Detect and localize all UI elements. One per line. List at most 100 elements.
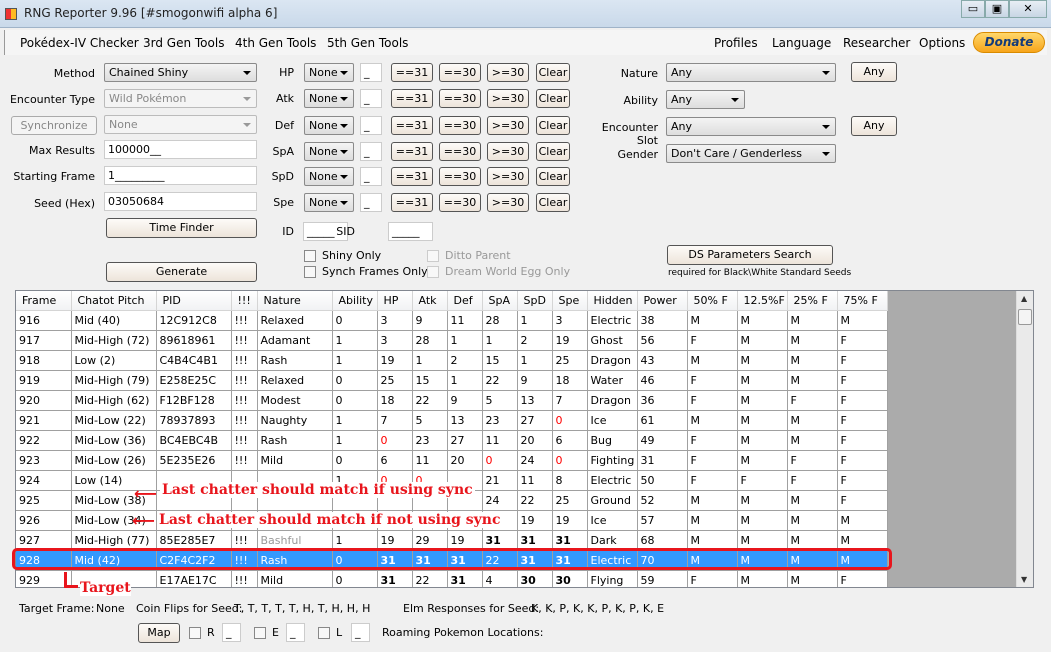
table-row[interactable]: 916 Mid (40) 12C912C8!!! Relaxed 0 3 9 11 28 1 3 El… (16, 310, 888, 331)
table-row[interactable]: 923 Mid-Low (26) 5E235E26!!! Mild 0 6 11 20 0 24 0… (16, 450, 888, 471)
iv-hp-filter-select[interactable]: None (304, 63, 354, 82)
iv-spe-button-eq31[interactable]: ==31 (391, 193, 433, 212)
iv-def-button-eq31[interactable]: ==31 (391, 116, 433, 135)
starting-frame-input[interactable]: 1_________ (104, 166, 257, 185)
iv-spa-button-clear[interactable]: Clear (536, 142, 570, 161)
menu-pokedex-iv-checker[interactable]: Pokédex-IV Checker (20, 36, 139, 50)
column-header[interactable]: Chatot Pitch (71, 291, 157, 311)
iv-def-button-clear[interactable]: Clear (536, 116, 570, 135)
iv-hp-button-eq30[interactable]: ==30 (439, 63, 481, 82)
column-header[interactable]: SpA (482, 291, 518, 311)
shiny-only-checkbox[interactable] (304, 250, 316, 262)
roamer-r-input[interactable]: _ (222, 623, 241, 642)
roamer-l-checkbox[interactable] (318, 627, 330, 639)
iv-hp-button-gte30[interactable]: >=30 (487, 63, 529, 82)
encounter-slot-select[interactable]: Any (666, 117, 836, 136)
table-row[interactable]: 920 Mid-High (62) F12BF128!!! Modest 0 18 22 9 5… (16, 390, 888, 411)
iv-spa-value-input[interactable]: _ (360, 142, 382, 161)
iv-atk-button-clear[interactable]: Clear (536, 89, 570, 108)
menu-5th-gen-tools[interactable]: 5th Gen Tools (327, 36, 408, 50)
encounter-type-select[interactable]: Wild Pokémon (104, 89, 257, 108)
column-header[interactable]: Ability (332, 291, 378, 311)
iv-spa-filter-select[interactable]: None (304, 142, 354, 161)
iv-spe-value-input[interactable]: _ (360, 193, 382, 212)
column-header[interactable]: SpD (517, 291, 553, 311)
donate-button[interactable]: Donate (973, 32, 1045, 53)
minimize-button[interactable]: ▭ (961, 0, 985, 18)
scroll-thumb[interactable] (1018, 309, 1032, 325)
column-header[interactable]: 25% F (787, 291, 838, 311)
roamer-r-checkbox[interactable] (189, 627, 201, 639)
iv-spd-button-gte30[interactable]: >=30 (487, 167, 529, 186)
column-header[interactable]: 75% F (837, 291, 888, 311)
sid-input[interactable]: _____ (388, 222, 433, 241)
table-row[interactable]: 921 Mid-Low (22) 78937893!!! Naughty 1 7 5 13 23… (16, 410, 888, 431)
menu-4th-gen-tools[interactable]: 4th Gen Tools (235, 36, 316, 50)
iv-def-button-eq30[interactable]: ==30 (439, 116, 481, 135)
iv-spd-filter-select[interactable]: None (304, 167, 354, 186)
menu-researcher[interactable]: Researcher (843, 36, 910, 50)
iv-atk-button-gte30[interactable]: >=30 (487, 89, 529, 108)
menu-3rd-gen-tools[interactable]: 3rd Gen Tools (143, 36, 224, 50)
column-header[interactable]: HP (377, 291, 413, 311)
synch-frames-only-checkbox[interactable] (304, 266, 316, 278)
iv-spe-button-gte30[interactable]: >=30 (487, 193, 529, 212)
iv-hp-button-eq31[interactable]: ==31 (391, 63, 433, 82)
column-header[interactable]: Def (447, 291, 483, 311)
ditto-parent-checkbox[interactable] (427, 250, 439, 262)
column-header[interactable]: 12.5%F (737, 291, 788, 311)
iv-hp-button-clear[interactable]: Clear (536, 63, 570, 82)
column-header[interactable]: Frame (16, 291, 72, 311)
vertical-scrollbar[interactable]: ▲ ▼ (1016, 291, 1033, 587)
dream-world-checkbox[interactable] (427, 266, 439, 278)
iv-spd-button-eq31[interactable]: ==31 (391, 167, 433, 186)
column-header[interactable]: Atk (412, 291, 448, 311)
map-button[interactable]: Map (138, 623, 180, 643)
roamer-e-checkbox[interactable] (254, 627, 266, 639)
iv-spe-filter-select[interactable]: None (304, 193, 354, 212)
seed-input[interactable]: 03050684 (104, 192, 257, 211)
iv-spa-button-gte30[interactable]: >=30 (487, 142, 529, 161)
synchronize-nature-select[interactable]: None (104, 115, 257, 134)
close-button[interactable]: ✕ (1009, 0, 1047, 18)
menu-profiles[interactable]: Profiles (714, 36, 758, 50)
column-header[interactable]: !!! (231, 291, 258, 311)
nature-any-button[interactable]: Any (851, 62, 897, 82)
table-row[interactable]: 929 E17AE17C!!! Mild 0 31 22 31 4 30 30 Flying 59 F M… (16, 570, 888, 587)
ds-parameters-search-button[interactable]: DS Parameters Search (667, 245, 833, 265)
iv-def-button-gte30[interactable]: >=30 (487, 116, 529, 135)
table-row[interactable]: 922 Mid-Low (36) BC4EBC4B!!! Rash 1 0 23 27 11 20… (16, 430, 888, 451)
roamer-l-input[interactable]: _ (351, 623, 370, 642)
column-header[interactable]: Spe (552, 291, 588, 311)
iv-atk-filter-select[interactable]: None (304, 89, 354, 108)
scroll-up-icon[interactable]: ▲ (1021, 294, 1027, 303)
nature-select[interactable]: Any (666, 63, 836, 82)
iv-spe-button-eq30[interactable]: ==30 (439, 193, 481, 212)
column-header[interactable]: Hidden (587, 291, 638, 311)
iv-spd-button-eq30[interactable]: ==30 (439, 167, 481, 186)
maximize-button[interactable]: ▣ (985, 0, 1009, 18)
gender-select[interactable]: Don't Care / Genderless (666, 144, 836, 163)
scroll-down-icon[interactable]: ▼ (1021, 575, 1027, 584)
ability-select[interactable]: Any (666, 90, 745, 109)
synchronize-button[interactable]: Synchronize (11, 116, 97, 135)
column-header[interactable]: Power (637, 291, 688, 311)
iv-def-filter-select[interactable]: None (304, 116, 354, 135)
table-row[interactable]: 917 Mid-High (72) 89618961!!! Adamant 1 3 28 1 1… (16, 330, 888, 351)
iv-atk-button-eq30[interactable]: ==30 (439, 89, 481, 108)
iv-spa-button-eq31[interactable]: ==31 (391, 142, 433, 161)
slot-any-button[interactable]: Any (851, 116, 897, 136)
iv-def-value-input[interactable]: _ (360, 116, 382, 135)
results-grid[interactable]: Frame Chatot Pitch PID!!! Nature Ability HP At… (15, 290, 1034, 588)
iv-spd-button-clear[interactable]: Clear (536, 167, 570, 186)
menu-language[interactable]: Language (772, 36, 831, 50)
iv-atk-button-eq31[interactable]: ==31 (391, 89, 433, 108)
table-row[interactable]: 927 Mid-High (77) 85E285E7!!! Bashful 1 19 29 1… (16, 530, 888, 551)
iv-spd-value-input[interactable]: _ (360, 167, 382, 186)
method-select[interactable]: Chained Shiny (104, 63, 257, 82)
roamer-e-input[interactable]: _ (286, 623, 305, 642)
column-header[interactable]: 50% F (687, 291, 738, 311)
table-row[interactable]: 918 Low (2) C4B4C4B1!!! Rash 1 19 1 2 15 1 25 Drago… (16, 350, 888, 371)
menu-options[interactable]: Options (919, 36, 965, 50)
iv-atk-value-input[interactable]: _ (360, 89, 382, 108)
